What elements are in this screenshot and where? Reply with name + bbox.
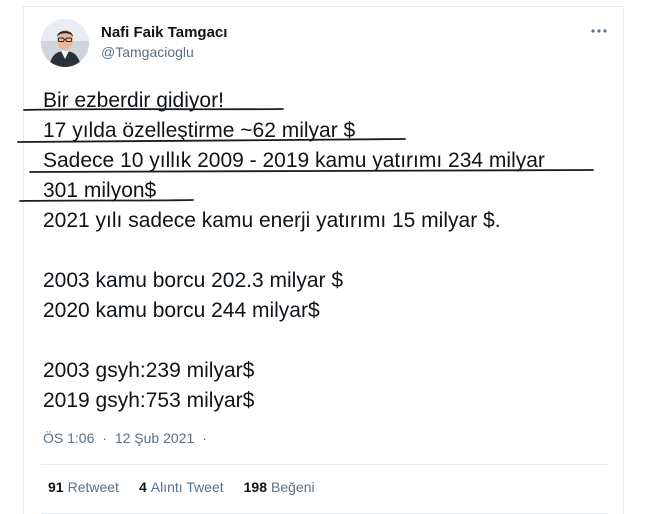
tweet-line: 301 milyon$ bbox=[43, 179, 157, 202]
tweet-date[interactable]: 12 Şub 2021 bbox=[115, 430, 194, 446]
author-name[interactable]: Nafi Faik Tamgacı bbox=[101, 24, 227, 41]
tweet-text: Bir ezberdir gidiyor! 17 yılda özelleşti… bbox=[43, 86, 613, 416]
retweet-label: Retweet bbox=[67, 479, 119, 495]
tweet-line: 2019 gsyh:753 milyar$ bbox=[43, 389, 255, 412]
like-count: 198 bbox=[243, 479, 267, 495]
author-handle[interactable]: @Tamgacioglu bbox=[101, 44, 194, 60]
retweet-count: 91 bbox=[48, 479, 64, 495]
meta-separator: · bbox=[202, 430, 207, 446]
like-label: Beğeni bbox=[271, 479, 315, 495]
divider bbox=[41, 464, 608, 465]
quote-count-link[interactable]: 4 Alıntı Tweet bbox=[139, 479, 224, 495]
tweet-stats: 91 Retweet 4 Alıntı Tweet 198 Beğeni bbox=[48, 479, 335, 495]
tweet-line: 2003 kamu borcu 202.3 milyar $ bbox=[43, 269, 343, 292]
tweet-time[interactable]: ÖS 1:06 bbox=[43, 430, 94, 446]
tweet-line: Bir ezberdir gidiyor! bbox=[43, 89, 224, 112]
tweet-line: 17 yılda özelleştirme ~62 milyar $ bbox=[43, 119, 356, 142]
quote-label: Alıntı Tweet bbox=[150, 479, 224, 495]
like-count-link[interactable]: 198 Beğeni bbox=[244, 479, 315, 495]
quote-count: 4 bbox=[138, 479, 147, 495]
avatar-photo-icon bbox=[41, 19, 89, 67]
tweet-card: Nafi Faik Tamgacı @Tamgacioglu Bir ezber… bbox=[23, 6, 624, 514]
avatar[interactable] bbox=[41, 19, 89, 67]
tweet-line: 2021 yılı sadece kamu enerji yatırımı 15… bbox=[43, 209, 501, 232]
retweet-count-link[interactable]: 91 Retweet bbox=[48, 479, 119, 495]
tweet-line: 2020 kamu borcu 244 milyar$ bbox=[43, 299, 320, 322]
more-options-button[interactable] bbox=[585, 20, 613, 42]
meta-separator: · bbox=[102, 430, 107, 446]
tweet-timestamp[interactable]: ÖS 1:06 · 12 Şub 2021 · bbox=[43, 430, 211, 446]
tweet-line: 2003 gsyh:239 milyar$ bbox=[43, 359, 255, 382]
more-dots-icon bbox=[591, 29, 607, 33]
tweet-line: Sadece 10 yıllık 2009 - 2019 kamu yatırı… bbox=[43, 149, 545, 172]
